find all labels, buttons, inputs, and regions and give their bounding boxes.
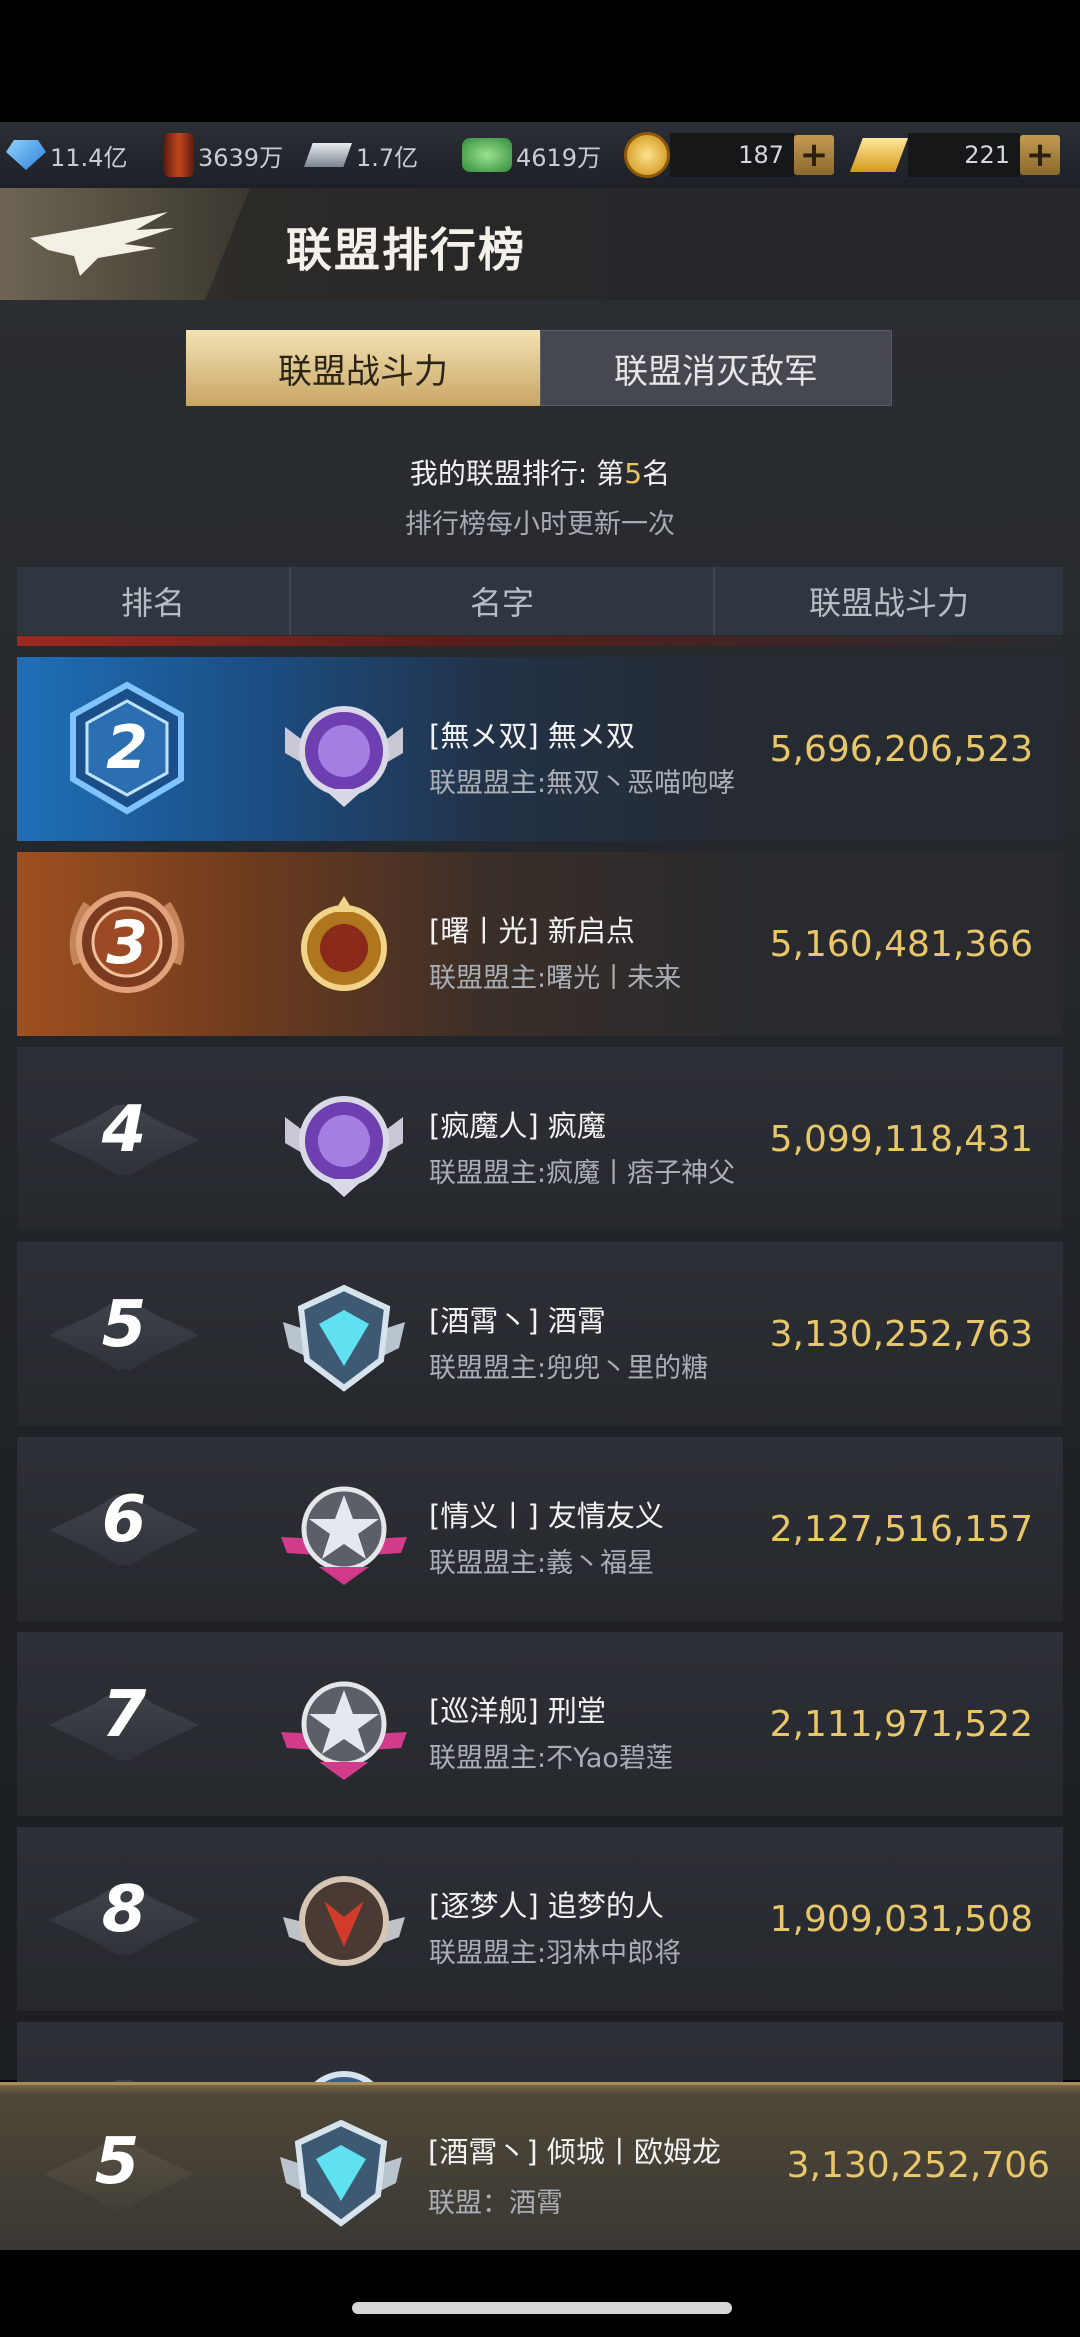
table-row[interactable]: 8 [逐梦人] 追梦的人 联盟盟主:羽林中郎将 1,909,031,508 xyxy=(17,1827,1063,2011)
tab-alliance-kills[interactable]: 联盟消灭敌军 xyxy=(540,330,892,406)
my-alliance-rank: 5 xyxy=(94,2125,140,2199)
rank-number: 8 xyxy=(101,1873,147,1947)
my-rank-suffix: 名 xyxy=(642,457,671,490)
gold-bar-icon xyxy=(850,138,908,172)
tab-group: 联盟战斗力 联盟消灭敌军 xyxy=(186,330,892,406)
table-row[interactable]: 3 [曙丨光] 新启点 联盟盟主:曙光丨未来 5,160,481,366 xyxy=(17,852,1063,1036)
alliance-power: 5,099,118,431 xyxy=(769,1119,1033,1160)
alliance-name: [曙丨光] 新启点 xyxy=(429,914,635,948)
alliance-power: 3,130,252,763 xyxy=(769,1314,1033,1355)
coin-icon xyxy=(624,132,670,178)
table-row[interactable]: 5 [酒霄丶] 酒霄 联盟盟主:兜兜丶里的糖 3,130,252,763 xyxy=(17,1242,1063,1426)
alliance-leader: 联盟盟主:兜兜丶里的糖 xyxy=(429,1353,709,1384)
title-bar: 联盟排行榜 xyxy=(0,188,1080,300)
alliance-leader: 联盟盟主:疯魔丨痞子神父 xyxy=(429,1158,736,1189)
resource-bar: 11.4亿 3639万 1.7亿 4619万 187 + 221 + xyxy=(0,122,1080,188)
leaderboard-panel: 联盟战斗力 联盟消灭敌军 我的联盟排行: 第5名 排行榜每小时更新一次 排名 名… xyxy=(0,300,1080,2097)
back-button[interactable] xyxy=(0,188,250,300)
alliance-leader: 联盟盟主:曙光丨未来 xyxy=(429,963,682,994)
coin-value: 187 xyxy=(670,133,794,177)
column-header-name: 名字 xyxy=(289,567,713,635)
update-note: 排行榜每小时更新一次 xyxy=(405,509,675,540)
pink-star-emblem-icon xyxy=(281,1486,407,1585)
rank-number: 6 xyxy=(101,1483,147,1557)
rank-number: 7 xyxy=(101,1678,147,1752)
steel-resource[interactable]: 1.7亿 xyxy=(304,122,462,188)
column-header-rank: 排名 xyxy=(120,584,185,622)
cash-icon xyxy=(462,138,512,172)
rank-number: 2 xyxy=(106,713,148,783)
table-row[interactable]: 6 [情义丨] 友情友义 联盟盟主:義丶福星 2,127,516,157 xyxy=(17,1437,1063,1621)
status-bar xyxy=(0,0,1080,122)
alliance-leader: 联盟盟主:不Yao碧莲 xyxy=(429,1743,673,1774)
my-rank-prefix: 我的联盟排行: 第 xyxy=(409,457,625,490)
rank-list[interactable]: 2 [無メ双] 無メ双 联盟盟主:無双丶恶喵咆哮 5,696,206,523 3 xyxy=(17,657,1063,2097)
alliance-leader: 联盟盟主:義丶福星 xyxy=(429,1548,655,1579)
page-title: 联盟排行榜 xyxy=(286,223,526,277)
coin-resource: 187 + xyxy=(624,122,844,188)
alliance-leader: 联盟盟主:羽林中郎将 xyxy=(429,1938,682,1969)
alliance-power: 1,909,031,508 xyxy=(769,1899,1033,1940)
alliance-name: [巡洋舰] 刑堂 xyxy=(429,1694,606,1728)
oil-barrel-icon xyxy=(164,133,194,177)
my-alliance-label: 联盟：酒霄 xyxy=(428,2188,563,2219)
home-indicator[interactable] xyxy=(352,2302,732,2314)
purple-lion-emblem-icon xyxy=(285,706,403,807)
bronze-medal-icon: 3 xyxy=(57,874,197,1014)
purple-lion-emblem-icon xyxy=(285,1096,403,1197)
header-divider xyxy=(17,636,1063,646)
alliance-power: 2,127,516,157 xyxy=(769,1509,1033,1550)
table-row[interactable]: 2 [無メ双] 無メ双 联盟盟主:無双丶恶喵咆哮 5,696,206,523 xyxy=(17,657,1063,841)
alliance-name: [情义丨] 友情友义 xyxy=(429,1499,664,1533)
steel-ingot-icon xyxy=(304,143,352,167)
silver-medal-icon: 2 xyxy=(57,679,197,819)
my-rank-text: 我的联盟排行: 第5名 xyxy=(0,452,1080,492)
add-gold-button[interactable]: + xyxy=(1020,135,1060,175)
my-alliance-name: [酒霄丶] 倾城丨欧姆龙 xyxy=(428,2135,721,2169)
column-header-power: 联盟战斗力 xyxy=(713,567,1063,635)
pink-star-emblem-icon xyxy=(281,1681,407,1780)
eagle-icon xyxy=(30,212,174,276)
alliance-name: [酒霄丶] 酒霄 xyxy=(429,1304,606,1338)
bottom-safe-area xyxy=(0,2250,1080,2337)
alliance-power: 5,160,481,366 xyxy=(769,924,1033,965)
steel-value: 1.7亿 xyxy=(356,143,419,172)
alliance-name: [疯魔人] 疯魔 xyxy=(429,1109,606,1143)
my-alliance-power: 3,130,252,706 xyxy=(786,2145,1050,2186)
alliance-name: [無メ双] 無メ双 xyxy=(429,719,635,753)
crystal-icon xyxy=(6,140,46,170)
rank-number: 3 xyxy=(106,908,148,978)
crystal-value: 11.4亿 xyxy=(50,143,128,172)
oil-value: 3639万 xyxy=(198,143,284,172)
gold-crest-emblem-icon xyxy=(301,896,387,991)
alliance-power: 2,111,971,522 xyxy=(769,1704,1033,1745)
cyan-shield-emblem-icon xyxy=(283,1284,405,1392)
alliance-power: 5,696,206,523 xyxy=(769,729,1033,770)
cyan-shield-emblem-icon xyxy=(280,2119,402,2227)
oil-resource[interactable]: 3639万 xyxy=(164,122,304,188)
add-coins-button[interactable]: + xyxy=(794,135,834,175)
tab-alliance-power[interactable]: 联盟战斗力 xyxy=(186,330,540,406)
cash-resource[interactable]: 4619万 xyxy=(462,122,624,188)
my-rank-number: 5 xyxy=(624,457,643,490)
table-row[interactable]: 7 [巡洋舰] 刑堂 联盟盟主:不Yao碧莲 2,111,971,522 xyxy=(17,1632,1063,1816)
alliance-leader: 联盟盟主:無双丶恶喵咆哮 xyxy=(429,768,736,799)
my-alliance-bar[interactable]: 5 [酒霄丶] 倾城丨欧姆龙 联盟：酒霄 3,130,252,706 xyxy=(0,2082,1080,2250)
rank-number: 5 xyxy=(101,1288,147,1362)
table-row[interactable]: 4 [疯魔人] 疯魔 联盟盟主:疯魔丨痞子神父 5,099,118,431 xyxy=(17,1047,1063,1231)
rank-number: 4 xyxy=(101,1093,147,1167)
crystal-resource[interactable]: 11.4亿 xyxy=(6,122,164,188)
table-header: 排名 名字 联盟战斗力 xyxy=(17,567,1063,635)
gold-resource: 221 + xyxy=(850,122,1066,188)
cash-value: 4619万 xyxy=(516,143,602,172)
gold-value: 221 xyxy=(908,133,1020,177)
red-beast-emblem-icon xyxy=(283,1876,405,1966)
alliance-name: [逐梦人] 追梦的人 xyxy=(429,1889,664,1923)
